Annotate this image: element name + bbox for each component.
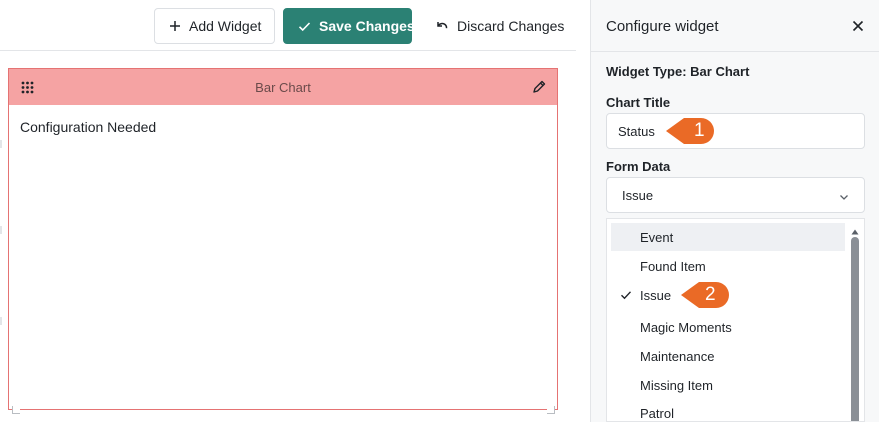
callout-badge: 1: [664, 114, 718, 148]
form-data-value: Issue: [622, 187, 654, 203]
add-widget-label: Add Widget: [189, 18, 262, 34]
check-icon: [298, 19, 311, 33]
widget-header: Bar Chart: [9, 69, 557, 105]
chevron-down-icon: [839, 190, 849, 200]
drag-grid-icon[interactable]: [21, 81, 34, 94]
form-data-dropdown: Event Found Item Issue Magic Moments Mai…: [606, 218, 865, 422]
bar-chart-widget[interactable]: Bar Chart Configuration Needed: [8, 68, 558, 414]
edge-marker: [0, 317, 2, 325]
undo-icon: [435, 19, 449, 33]
dropdown-option[interactable]: Found Item: [611, 252, 845, 280]
dropdown-option[interactable]: Patrol: [611, 399, 845, 421]
callout-number: 1: [694, 120, 705, 141]
option-label: Issue: [640, 287, 672, 303]
resize-handle-right[interactable]: [547, 406, 555, 414]
pencil-icon[interactable]: [531, 79, 547, 95]
callout-badge: 2: [679, 278, 733, 312]
chart-title-input[interactable]: Status: [606, 113, 865, 149]
configure-widget-panel: Configure widget Widget Type: Bar Chart …: [590, 0, 879, 422]
plus-icon: [169, 19, 181, 33]
toolbar: Add Widget Save Changes Discard Changes: [0, 0, 590, 52]
dashboard-canvas: Add Widget Save Changes Discard Changes: [0, 0, 590, 422]
widget-title: Bar Chart: [255, 79, 311, 95]
check-icon: [620, 289, 632, 301]
scroll-up-icon[interactable]: [851, 223, 859, 235]
option-label: Event: [640, 229, 674, 245]
option-label: Magic Moments: [640, 319, 732, 335]
add-widget-button[interactable]: Add Widget: [154, 8, 275, 44]
edge-marker: [0, 140, 2, 148]
callout-number: 2: [705, 284, 716, 305]
save-changes-button[interactable]: Save Changes: [283, 8, 415, 44]
resize-handle-left[interactable]: [12, 406, 20, 414]
save-changes-label: Save Changes: [319, 18, 415, 34]
dropdown-option[interactable]: Missing Item: [611, 371, 845, 399]
dropdown-scrollbar[interactable]: [850, 219, 860, 421]
toolbar-divider: [0, 50, 576, 51]
close-icon[interactable]: [852, 19, 864, 32]
widget-type-line: Widget Type: Bar Chart: [606, 64, 749, 79]
dropdown-option[interactable]: Event: [611, 223, 845, 251]
chart-title-label: Chart Title: [606, 95, 671, 110]
option-label: Missing Item: [640, 377, 713, 393]
panel-header: Configure widget: [591, 0, 879, 52]
option-label: Maintenance: [640, 348, 715, 364]
form-data-label: Form Data: [606, 159, 671, 174]
discard-changes-label: Discard Changes: [457, 18, 565, 34]
form-data-select[interactable]: Issue: [606, 177, 865, 213]
option-label: Patrol: [640, 405, 674, 421]
panel-title: Configure widget: [606, 18, 719, 35]
edge-marker: [0, 226, 2, 234]
option-label: Found Item: [640, 258, 706, 274]
discard-changes-button[interactable]: Discard Changes: [420, 8, 570, 44]
dropdown-option[interactable]: Magic Moments: [611, 313, 845, 341]
widget-status-text: Configuration Needed: [20, 119, 157, 135]
dropdown-option[interactable]: Maintenance: [611, 342, 845, 370]
chart-title-value: Status: [618, 123, 655, 139]
widget-type-label: Widget Type:: [606, 64, 687, 79]
scrollbar-thumb[interactable]: [851, 237, 859, 421]
widget-type-value: Bar Chart: [690, 64, 750, 79]
